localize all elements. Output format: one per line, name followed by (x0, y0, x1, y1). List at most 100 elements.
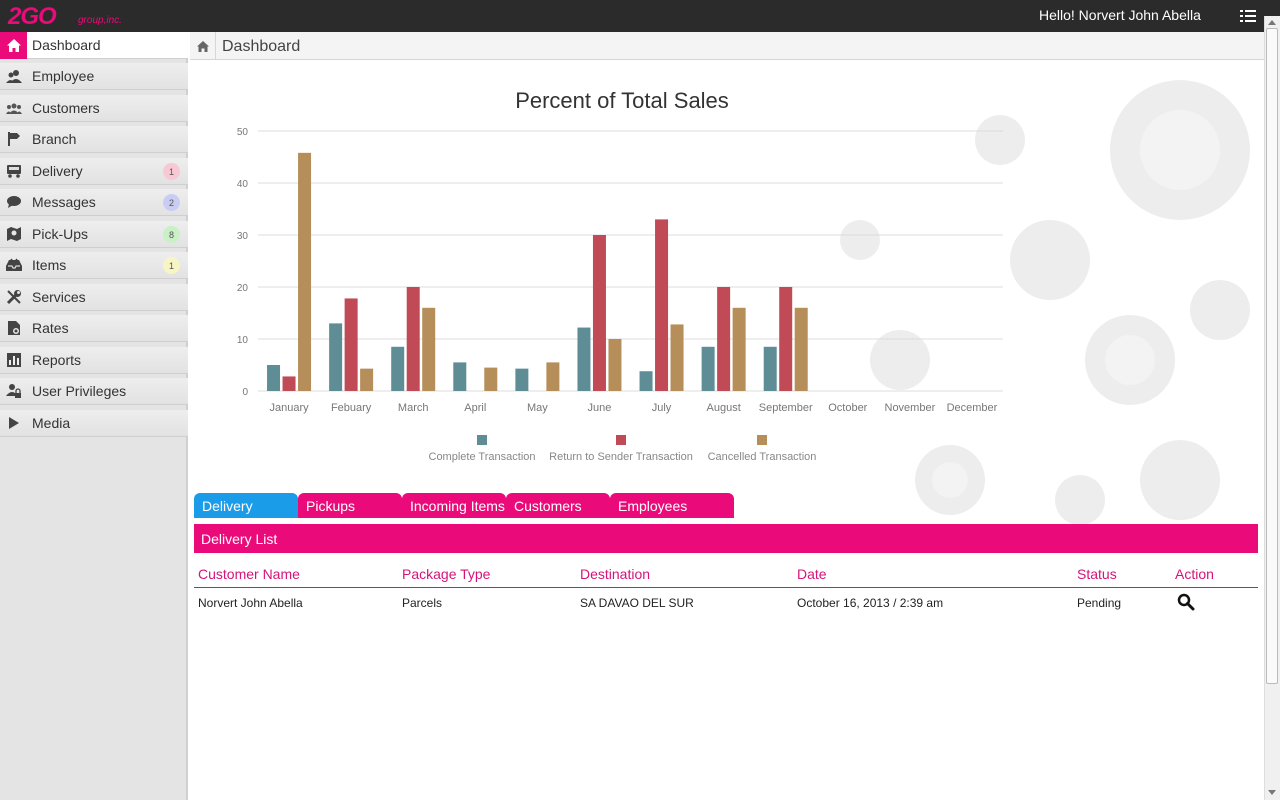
search-icon (1177, 593, 1195, 611)
table-row[interactable]: Norvert John Abella Parcels SA DAVAO DEL S… (194, 587, 1258, 619)
bar (655, 219, 669, 391)
sidebar-item-services[interactable]: Services (0, 284, 188, 311)
y-tick-label: 20 (237, 283, 249, 294)
bar (763, 346, 777, 391)
top-bar: 2GO group,inc. Hello! Norvert John Abell… (0, 0, 1280, 32)
menu-button[interactable] (1232, 0, 1264, 32)
cell-status: Pending (1077, 596, 1122, 611)
logo-main-text: 2GO (8, 3, 57, 30)
bar (298, 152, 312, 391)
bar (282, 376, 296, 391)
column-header[interactable]: Date (793, 561, 1073, 588)
sidebar-item-dashboard[interactable]: Dashboard (0, 31, 188, 59)
bar (794, 307, 808, 391)
y-tick-label: 50 (237, 127, 249, 138)
sidebar-item-label: Delivery (32, 163, 83, 179)
column-header[interactable]: Destination (576, 561, 793, 588)
tab-customers[interactable]: Customers (506, 493, 610, 518)
delivery-table: Customer Name Package Type Destination Date… (194, 561, 1258, 619)
bar (608, 339, 622, 391)
x-tick-label: January (269, 402, 309, 414)
bar (391, 346, 405, 391)
tab-pickups[interactable]: Pickups (298, 493, 402, 518)
bar (670, 324, 684, 391)
chart-title: Percent of Total Sales (515, 88, 729, 113)
bar (453, 362, 467, 391)
x-tick-label: April (464, 402, 486, 414)
greeting-text: Hello! Norvert John Abella (1039, 7, 1201, 23)
tools-icon (0, 284, 27, 311)
sidebar-item-user-privileges[interactable]: User Privileges (0, 378, 188, 405)
tab-delivery[interactable]: Delivery (194, 493, 298, 518)
sidebar-item-employee[interactable]: Employee (0, 63, 188, 90)
sidebar-item-label: Media (32, 415, 71, 431)
x-tick-label: August (707, 402, 741, 414)
bar-chart-icon (0, 347, 27, 374)
x-tick-label: July (652, 402, 672, 414)
sidebar-item-pick-ups[interactable]: Pick-Ups 8 (0, 221, 188, 248)
scroll-thumb[interactable] (1266, 28, 1278, 684)
sidebar-item-label: Reports (32, 352, 82, 368)
tray-icon (0, 252, 27, 279)
home-icon (196, 40, 209, 52)
cell-action (1171, 587, 1258, 619)
tab-employees[interactable]: Employees (610, 493, 734, 518)
tab-label: Customers (514, 498, 582, 514)
column-header[interactable]: Customer Name (194, 561, 398, 588)
x-tick-label: October (828, 402, 867, 414)
y-tick-label: 40 (237, 179, 249, 190)
user-lock-icon (0, 378, 27, 405)
legend-swatch (757, 435, 767, 445)
sidebar-item-rates[interactable]: Rates (0, 315, 188, 342)
sidebar-item-label: Items (32, 257, 67, 273)
page-title: Dashboard (222, 38, 301, 55)
cell-customer: Norvert John Abella (198, 596, 303, 611)
home-icon (0, 31, 27, 59)
bar (592, 235, 606, 391)
bar (546, 362, 560, 391)
legend-swatch (616, 435, 626, 445)
bar (406, 287, 420, 391)
sidebar-item-messages[interactable]: Messages 2 (0, 189, 188, 216)
sidebar-item-customers[interactable]: Customers (0, 95, 188, 122)
sidebar-item-label: Employee (32, 68, 95, 84)
bar (329, 323, 343, 391)
sales-chart: Percent of Total Sales 0 10 20 30 40 50 January… (190, 60, 1264, 480)
scroll-up-arrow[interactable] (1268, 20, 1276, 25)
bar (484, 367, 498, 391)
column-header[interactable]: Action (1171, 561, 1258, 588)
legend-label: Cancelled Transaction (708, 451, 817, 463)
sidebar-item-delivery[interactable]: Delivery 1 (0, 158, 188, 185)
sidebar-item-media[interactable]: Media (0, 410, 188, 437)
sidebar-item-reports[interactable]: Reports (0, 347, 188, 374)
x-tick-label: March (398, 402, 429, 414)
legend-swatch (477, 435, 487, 445)
play-icon (0, 410, 27, 437)
bar (360, 368, 374, 391)
column-header[interactable]: Status (1073, 561, 1171, 588)
tab-label: Employees (618, 498, 688, 514)
count-badge: 8 (163, 226, 180, 243)
breadcrumb-home-button[interactable] (190, 32, 216, 60)
count-badge: 1 (163, 257, 180, 274)
sidebar-item-label: Messages (32, 194, 96, 210)
tab-incoming-items[interactable]: Incoming Items (402, 493, 506, 518)
sidebar-item-items[interactable]: Items 1 (0, 252, 188, 279)
sidebar-item-label: Pick-Ups (32, 226, 89, 242)
x-tick-label: June (588, 402, 612, 414)
sidebar-item-branch[interactable]: Branch (0, 126, 188, 153)
bar (779, 287, 793, 391)
legend-label: Return to Sender Transaction (549, 451, 693, 463)
list-icon (1240, 10, 1256, 22)
tab-bar: Delivery Pickups Incoming Items Customers Em… (194, 493, 734, 518)
chat-icon (0, 189, 27, 216)
x-tick-label: May (527, 402, 548, 414)
bar (344, 298, 358, 391)
cell-destination: SA DAVAO DEL SUR (580, 596, 694, 611)
column-header[interactable]: Package Type (398, 561, 576, 588)
scroll-down-arrow[interactable] (1268, 790, 1276, 795)
cell-date: October 16, 2013 / 2:39 am (797, 596, 944, 611)
y-tick-label: 30 (237, 231, 249, 242)
view-button[interactable] (1177, 593, 1195, 614)
table-header-row: Customer Name Package Type Destination Date… (194, 561, 1258, 588)
